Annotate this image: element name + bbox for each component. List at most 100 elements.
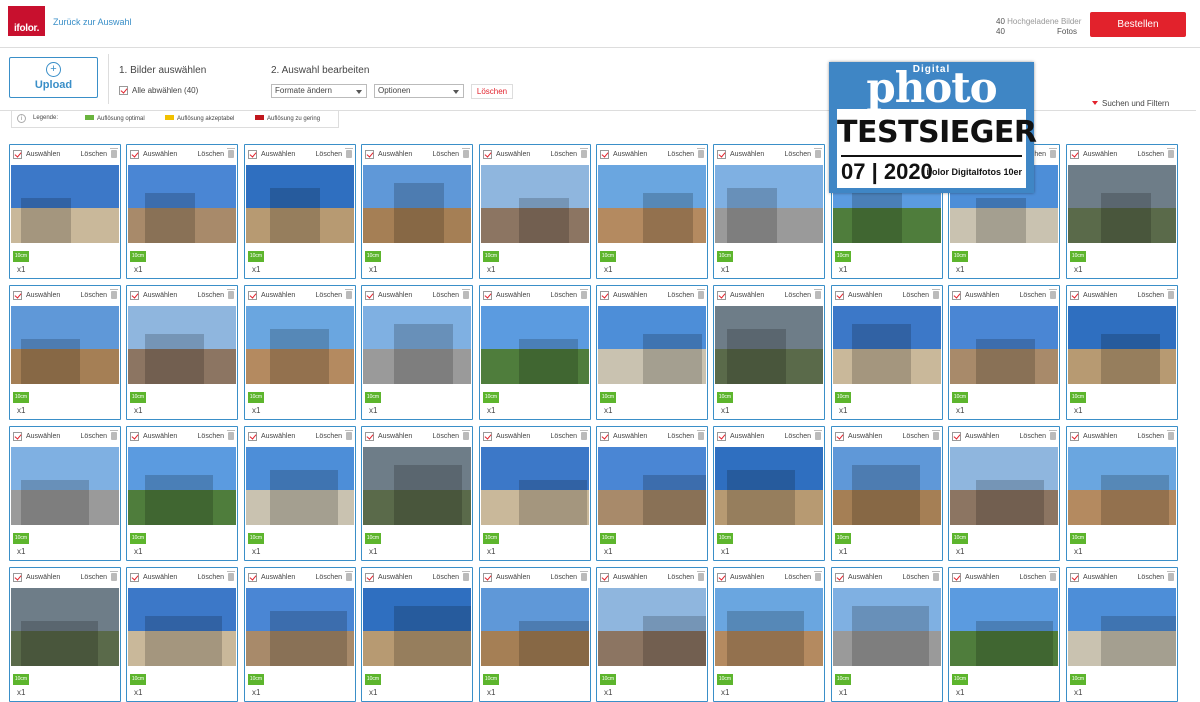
photo-card[interactable]: Auswählen Löschen 10cm x1: [479, 285, 591, 420]
photo-card[interactable]: Auswählen Löschen 10cm x1: [948, 567, 1060, 702]
photo-thumbnail[interactable]: [246, 588, 354, 666]
delete-label[interactable]: Löschen: [668, 292, 694, 299]
photo-card[interactable]: Auswählen Löschen 10cm x1: [9, 567, 121, 702]
select-checkbox[interactable]: [717, 431, 726, 441]
photo-card[interactable]: Auswählen Löschen 10cm x1: [596, 285, 708, 420]
select-checkbox[interactable]: [835, 572, 844, 582]
delete-label[interactable]: Löschen: [316, 574, 342, 581]
delete-label[interactable]: Löschen: [1138, 292, 1164, 299]
trash-icon[interactable]: [1049, 571, 1057, 581]
trash-icon[interactable]: [814, 571, 822, 581]
delete-label[interactable]: Löschen: [551, 574, 577, 581]
trash-icon[interactable]: [697, 571, 705, 581]
select-checkbox[interactable]: [248, 290, 257, 300]
select-checkbox[interactable]: [365, 431, 374, 441]
delete-label[interactable]: Löschen: [903, 574, 929, 581]
select-checkbox[interactable]: [248, 149, 257, 159]
photo-card[interactable]: Auswählen Löschen 10cm x1: [126, 567, 238, 702]
photo-card[interactable]: Auswählen Löschen 10cm x1: [126, 426, 238, 561]
trash-icon[interactable]: [580, 289, 588, 299]
delete-label[interactable]: Löschen: [81, 292, 107, 299]
photo-thumbnail[interactable]: [11, 447, 119, 525]
trash-icon[interactable]: [1167, 430, 1175, 440]
delete-label[interactable]: Löschen: [1138, 574, 1164, 581]
select-checkbox[interactable]: [365, 290, 374, 300]
photo-card[interactable]: Auswählen Löschen 10cm x1: [126, 285, 238, 420]
photo-card[interactable]: Auswählen Löschen 10cm x1: [596, 426, 708, 561]
select-checkbox[interactable]: [483, 572, 492, 582]
select-checkbox[interactable]: [717, 572, 726, 582]
select-checkbox[interactable]: [952, 431, 961, 441]
trash-icon[interactable]: [462, 289, 470, 299]
select-checkbox[interactable]: [717, 149, 726, 159]
photo-thumbnail[interactable]: [481, 588, 589, 666]
select-checkbox[interactable]: [13, 431, 22, 441]
trash-icon[interactable]: [932, 289, 940, 299]
trash-icon[interactable]: [110, 571, 118, 581]
delete-label[interactable]: Löschen: [316, 151, 342, 158]
photo-thumbnail[interactable]: [1068, 165, 1176, 243]
photo-thumbnail[interactable]: [950, 306, 1058, 384]
trash-icon[interactable]: [580, 430, 588, 440]
delete-label[interactable]: Löschen: [785, 433, 811, 440]
trash-icon[interactable]: [110, 289, 118, 299]
trash-icon[interactable]: [814, 430, 822, 440]
trash-icon[interactable]: [345, 148, 353, 158]
select-checkbox[interactable]: [1070, 149, 1079, 159]
trash-icon[interactable]: [697, 430, 705, 440]
delete-label[interactable]: Löschen: [316, 433, 342, 440]
photo-card[interactable]: Auswählen Löschen 10cm x1: [479, 567, 591, 702]
photo-thumbnail[interactable]: [363, 306, 471, 384]
photo-thumbnail[interactable]: [128, 447, 236, 525]
trash-icon[interactable]: [1049, 430, 1057, 440]
delete-label[interactable]: Löschen: [668, 433, 694, 440]
trash-icon[interactable]: [932, 430, 940, 440]
select-checkbox[interactable]: [483, 290, 492, 300]
delete-label[interactable]: Löschen: [668, 574, 694, 581]
select-checkbox[interactable]: [1070, 290, 1079, 300]
trash-icon[interactable]: [1167, 289, 1175, 299]
photo-thumbnail[interactable]: [950, 447, 1058, 525]
photo-card[interactable]: Auswählen Löschen 10cm x1: [1066, 285, 1178, 420]
delete-label[interactable]: Löschen: [1020, 574, 1046, 581]
delete-label[interactable]: Löschen: [198, 433, 224, 440]
photo-card[interactable]: Auswählen Löschen 10cm x1: [596, 567, 708, 702]
delete-label[interactable]: Löschen: [198, 151, 224, 158]
photo-thumbnail[interactable]: [363, 588, 471, 666]
photo-thumbnail[interactable]: [363, 447, 471, 525]
select-checkbox[interactable]: [1070, 431, 1079, 441]
select-checkbox[interactable]: [483, 149, 492, 159]
delete-label[interactable]: Löschen: [433, 151, 459, 158]
photo-thumbnail[interactable]: [950, 588, 1058, 666]
trash-icon[interactable]: [227, 571, 235, 581]
trash-icon[interactable]: [462, 148, 470, 158]
trash-icon[interactable]: [697, 148, 705, 158]
select-checkbox[interactable]: [952, 290, 961, 300]
photo-thumbnail[interactable]: [598, 588, 706, 666]
trash-icon[interactable]: [814, 148, 822, 158]
trash-icon[interactable]: [1167, 148, 1175, 158]
photo-card[interactable]: Auswählen Löschen 10cm x1: [713, 285, 825, 420]
photo-card[interactable]: Auswählen Löschen 10cm x1: [1066, 426, 1178, 561]
delete-label[interactable]: Löschen: [785, 292, 811, 299]
photo-thumbnail[interactable]: [715, 165, 823, 243]
trash-icon[interactable]: [110, 430, 118, 440]
photo-thumbnail[interactable]: [598, 447, 706, 525]
select-checkbox[interactable]: [835, 431, 844, 441]
delete-label[interactable]: Löschen: [551, 151, 577, 158]
trash-icon[interactable]: [1167, 571, 1175, 581]
select-checkbox[interactable]: [130, 290, 139, 300]
delete-label[interactable]: Löschen: [198, 574, 224, 581]
trash-icon[interactable]: [932, 571, 940, 581]
upload-button[interactable]: + Upload: [9, 57, 98, 98]
delete-label[interactable]: Löschen: [81, 151, 107, 158]
photo-card[interactable]: Auswählen Löschen 10cm x1: [713, 567, 825, 702]
photo-thumbnail[interactable]: [598, 165, 706, 243]
select-checkbox[interactable]: [13, 149, 22, 159]
photo-card[interactable]: Auswählen Löschen 10cm x1: [126, 144, 238, 279]
select-checkbox[interactable]: [130, 431, 139, 441]
select-checkbox[interactable]: [717, 290, 726, 300]
select-checkbox[interactable]: [365, 572, 374, 582]
delete-button[interactable]: Löschen: [471, 84, 513, 99]
photo-card[interactable]: Auswählen Löschen 10cm x1: [1066, 144, 1178, 279]
